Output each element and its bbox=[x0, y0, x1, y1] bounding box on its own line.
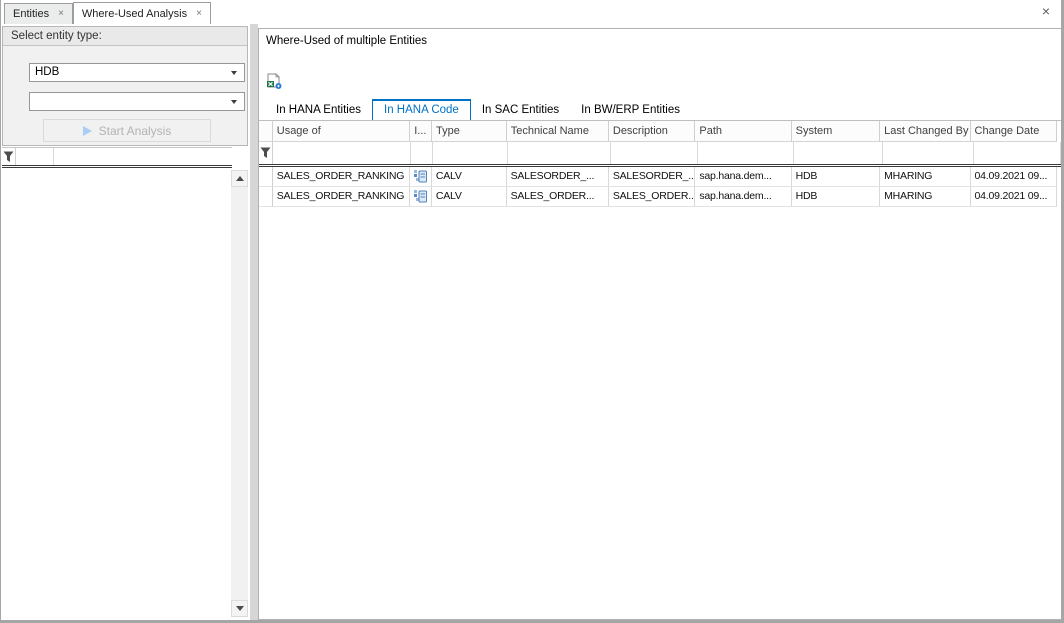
column-header-description[interactable]: Description bbox=[609, 121, 695, 142]
filter-cell-technical-name[interactable] bbox=[508, 142, 611, 164]
result-tabbar: In HANA Entities In HANA Code In SAC Ent… bbox=[265, 99, 691, 120]
cell-usage-of: SALES_ORDER_RANKING bbox=[273, 187, 411, 207]
cell-technical-name: SALESORDER_... bbox=[507, 167, 609, 187]
column-header-type[interactable]: Type bbox=[432, 121, 507, 142]
filter-row bbox=[259, 142, 1061, 167]
tab-where-used-analysis-label: Where-Used Analysis bbox=[82, 8, 187, 20]
entity-list-column bbox=[16, 148, 54, 165]
cell-type: CALV bbox=[432, 167, 507, 187]
table-row[interactable]: SALES_ORDER_RANKING CALV SALESORDER_... … bbox=[259, 167, 1057, 187]
export-to-excel-button[interactable] bbox=[264, 71, 284, 91]
left-grid-scrollbar[interactable] bbox=[231, 170, 248, 617]
cell-system: HDB bbox=[792, 187, 880, 207]
table-row[interactable]: SALES_ORDER_RANKING CALV SALES_ORDER... … bbox=[259, 187, 1057, 207]
tab-entities[interactable]: Entities × bbox=[4, 3, 73, 24]
calculation-view-icon bbox=[414, 170, 427, 183]
filter-row-indicator bbox=[259, 142, 273, 164]
chevron-down-icon bbox=[231, 71, 237, 75]
tab-in-hana-entities[interactable]: In HANA Entities bbox=[265, 100, 372, 120]
document-tabbar: Entities × Where-Used Analysis × × bbox=[1, 0, 1061, 24]
entity-list-column bbox=[54, 148, 232, 165]
triangle-down-icon bbox=[236, 606, 244, 611]
triangle-up-icon bbox=[236, 176, 244, 181]
entity-list-filter-indicator bbox=[2, 148, 16, 165]
entity-type-value: HDB bbox=[35, 66, 59, 78]
where-used-analysis-window: Entities × Where-Used Analysis × × Selec… bbox=[0, 0, 1064, 623]
cell-change-date: 04.09.2021 09... bbox=[971, 187, 1058, 207]
play-icon bbox=[83, 126, 92, 136]
entity-list-grid-header bbox=[2, 147, 232, 168]
select-entity-type-header: Select entity type: bbox=[3, 27, 247, 46]
entity-type-dropdown[interactable]: HDB bbox=[29, 63, 245, 82]
cell-last-changed-by: MHARING bbox=[880, 187, 970, 207]
row-indicator-cell bbox=[259, 167, 273, 187]
filter-cell-icon[interactable] bbox=[411, 142, 433, 164]
results-table: Usage of I... Type Technical Name Descri… bbox=[259, 120, 1061, 207]
excel-export-icon bbox=[266, 73, 283, 90]
cell-system: HDB bbox=[792, 167, 880, 187]
filter-cell-path[interactable] bbox=[698, 142, 795, 164]
chevron-down-icon bbox=[231, 100, 237, 104]
cell-description: SALESORDER_... bbox=[609, 167, 696, 187]
header-indicator-cell bbox=[259, 121, 273, 142]
filter-cell-type[interactable] bbox=[433, 142, 508, 164]
filter-cell-change-date[interactable] bbox=[974, 142, 1061, 164]
column-header-icon[interactable]: I... bbox=[410, 121, 432, 142]
scroll-down-button[interactable] bbox=[231, 600, 248, 617]
tab-in-bw-erp-entities[interactable]: In BW/ERP Entities bbox=[570, 100, 691, 120]
cell-usage-of: SALES_ORDER_RANKING bbox=[273, 167, 411, 187]
entity-selection-panel: Select entity type: HDB Start Analysis bbox=[1, 24, 250, 620]
filter-cell-last-changed-by[interactable] bbox=[883, 142, 974, 164]
start-analysis-label: Start Analysis bbox=[99, 124, 172, 138]
panel-splitter[interactable] bbox=[250, 24, 258, 620]
column-header-last-changed-by[interactable]: Last Changed By bbox=[880, 121, 970, 142]
tab-in-hana-code[interactable]: In HANA Code bbox=[372, 99, 471, 120]
filter-cell-description[interactable] bbox=[611, 142, 698, 164]
entity-dropdown[interactable] bbox=[29, 92, 245, 111]
cell-technical-name: SALES_ORDER... bbox=[507, 187, 609, 207]
tab-entities-label: Entities bbox=[13, 8, 49, 20]
filter-cell-system[interactable] bbox=[794, 142, 883, 164]
column-header-technical-name[interactable]: Technical Name bbox=[507, 121, 609, 142]
column-header-system[interactable]: System bbox=[792, 121, 880, 142]
cell-path: sap.hana.dem... bbox=[695, 187, 791, 207]
funnel-icon bbox=[260, 147, 271, 159]
results-title: Where-Used of multiple Entities bbox=[266, 35, 427, 47]
calculation-view-icon bbox=[414, 190, 427, 203]
column-header-usage-of[interactable]: Usage of bbox=[273, 121, 410, 142]
column-header-path[interactable]: Path bbox=[695, 121, 791, 142]
filter-cell-usage-of[interactable] bbox=[273, 142, 411, 164]
cell-icon bbox=[410, 167, 432, 187]
cell-description: SALES_ORDER... bbox=[609, 187, 696, 207]
cell-icon bbox=[410, 187, 432, 207]
column-header-change-date[interactable]: Change Date bbox=[971, 121, 1057, 142]
select-entity-type-section: Select entity type: HDB Start Analysis bbox=[2, 26, 248, 146]
start-analysis-button[interactable]: Start Analysis bbox=[43, 119, 211, 142]
close-icon[interactable]: × bbox=[1042, 4, 1050, 18]
tab-where-used-analysis[interactable]: Where-Used Analysis × bbox=[73, 2, 211, 24]
tab-in-sac-entities[interactable]: In SAC Entities bbox=[471, 100, 570, 120]
where-used-results-panel: Where-Used of multiple Entities In HANA … bbox=[258, 28, 1062, 620]
scroll-up-button[interactable] bbox=[231, 170, 248, 187]
tab-entities-close-icon[interactable]: × bbox=[58, 9, 64, 19]
cell-change-date: 04.09.2021 09... bbox=[971, 167, 1058, 187]
cell-last-changed-by: MHARING bbox=[880, 167, 970, 187]
results-table-header-row: Usage of I... Type Technical Name Descri… bbox=[259, 121, 1057, 142]
cell-type: CALV bbox=[432, 187, 507, 207]
cell-path: sap.hana.dem... bbox=[695, 167, 791, 187]
row-indicator-cell bbox=[259, 187, 273, 207]
funnel-icon bbox=[3, 151, 14, 163]
tab-where-used-analysis-close-icon[interactable]: × bbox=[196, 9, 202, 19]
